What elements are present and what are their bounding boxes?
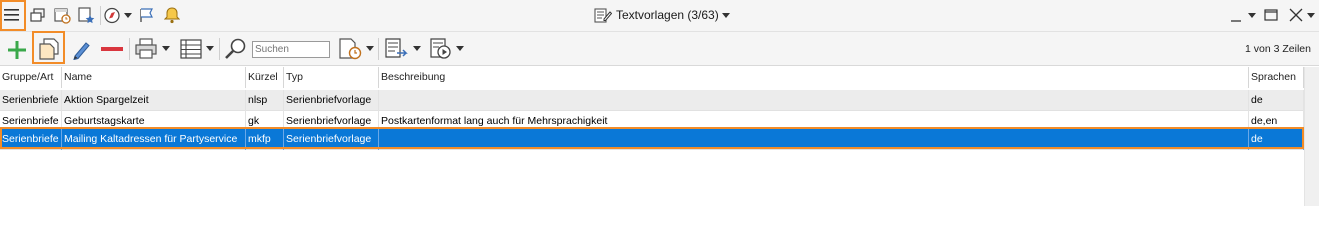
list-view-icon[interactable] [180, 39, 202, 59]
column-header-name[interactable]: Name [62, 67, 246, 88]
edit-icon[interactable] [71, 38, 91, 60]
search-icon[interactable] [224, 37, 248, 61]
add-icon[interactable] [7, 40, 27, 60]
favorites-icon[interactable] [78, 7, 95, 24]
row-count: 1 von 3 Zeilen [1245, 43, 1311, 55]
close-dropdown-icon[interactable] [1307, 13, 1315, 18]
title-dropdown-icon[interactable] [722, 13, 730, 18]
separator [100, 6, 101, 25]
column-header-beschreibung[interactable]: Beschreibung [379, 67, 1249, 88]
list-view-dropdown-icon[interactable] [206, 46, 214, 51]
media-dropdown-icon[interactable] [456, 46, 464, 51]
separator [129, 38, 130, 60]
flag-icon[interactable] [139, 7, 155, 24]
cell-name: Aktion Spargelzeit [62, 90, 246, 111]
windows-icon[interactable] [30, 8, 46, 23]
menu-icon[interactable] [4, 8, 20, 22]
copy-icon[interactable] [38, 38, 60, 60]
selected-row-highlight [0, 127, 1304, 149]
column-header-sprachen[interactable]: Sprachen [1249, 67, 1304, 88]
window-title: Textvorlagen (3/63) [616, 8, 719, 22]
navigation-icon[interactable] [104, 7, 122, 24]
table-row[interactable]: Serienbriefe Aktion Spargelzeit nlsp Ser… [0, 90, 1304, 111]
close-icon[interactable] [1289, 8, 1303, 22]
table-header: Gruppe/Art Name Kürzel Typ Beschreibung … [0, 67, 1304, 88]
export-dropdown-icon[interactable] [413, 46, 421, 51]
minimize-icon[interactable] [1230, 8, 1242, 22]
search-input[interactable] [252, 41, 330, 58]
column-header-typ[interactable]: Typ [284, 67, 379, 88]
media-icon[interactable] [429, 38, 453, 60]
calendar-filter-dropdown-icon[interactable] [366, 46, 374, 51]
cell-sprachen: de [1249, 90, 1304, 111]
restore-icon[interactable] [1264, 8, 1278, 22]
cell-beschreibung [379, 90, 1249, 111]
column-header-gruppe[interactable]: Gruppe/Art [0, 67, 62, 88]
window-menu-dropdown-icon[interactable] [1248, 13, 1256, 18]
calendar-filter-icon[interactable] [338, 38, 362, 60]
delete-icon[interactable] [100, 46, 124, 52]
cell-gruppe: Serienbriefe [0, 90, 62, 111]
calendar-clock-icon[interactable] [54, 7, 71, 24]
cell-kuerzel: nlsp [246, 90, 284, 111]
navigation-dropdown-icon[interactable] [124, 13, 132, 18]
separator [219, 38, 220, 60]
print-dropdown-icon[interactable] [162, 46, 170, 51]
document-edit-icon [594, 8, 612, 23]
vertical-scrollbar[interactable] [1304, 67, 1319, 206]
export-icon[interactable] [384, 38, 408, 60]
column-header-kuerzel[interactable]: Kürzel [246, 67, 284, 88]
bell-icon[interactable] [164, 6, 180, 24]
cell-typ: Serienbriefvorlage [284, 90, 379, 111]
print-icon[interactable] [135, 38, 157, 59]
separator [378, 38, 379, 60]
